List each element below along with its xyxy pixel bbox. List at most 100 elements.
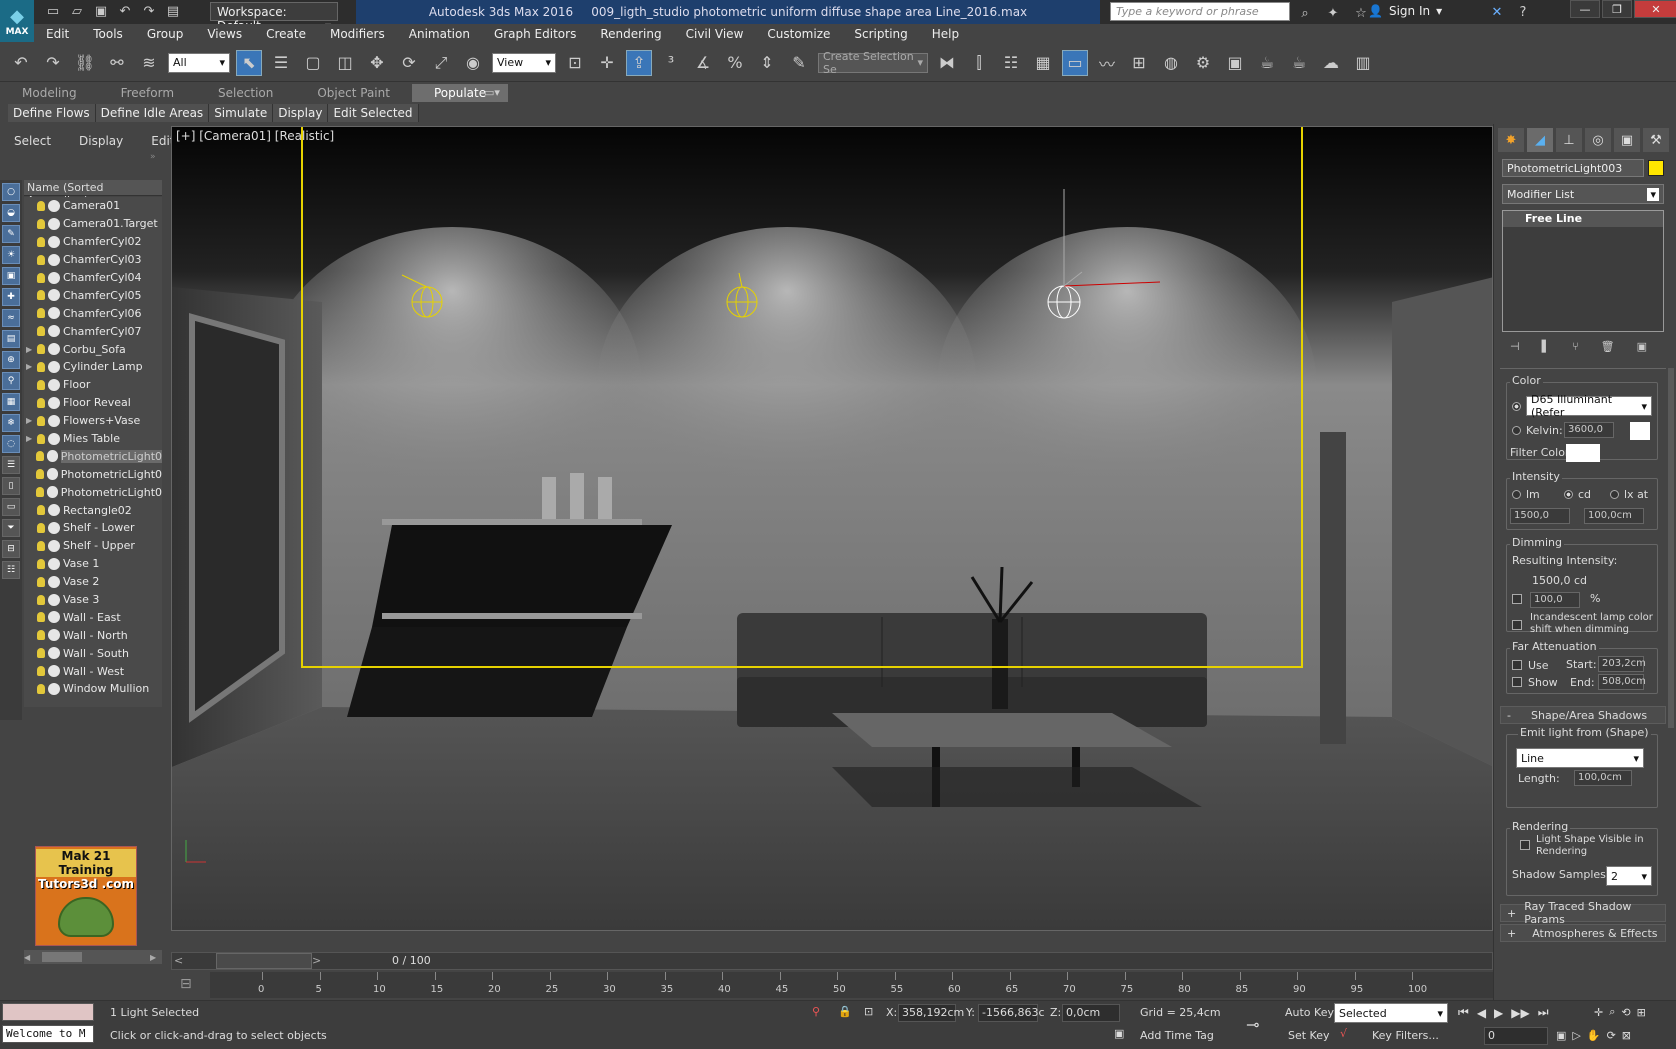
explorer-horizontal-scrollbar[interactable]: ◀ ▶ [24, 950, 162, 964]
visibility-bulb-icon[interactable] [37, 522, 45, 533]
expand-arrow-icon[interactable]: ▶ [26, 362, 34, 371]
list-item[interactable]: Shelf - Upper [24, 537, 162, 555]
visibility-bulb-icon[interactable] [37, 683, 45, 694]
scroll-right-icon[interactable]: ▶ [150, 953, 162, 962]
time-slider-thumb[interactable] [216, 953, 312, 969]
start-spinner[interactable]: 203,2cm [1598, 656, 1646, 672]
command-panel-scrollbar[interactable] [1668, 368, 1674, 728]
explorer-menu-select[interactable]: Select [0, 134, 65, 148]
save-icon[interactable]: ▣ [92, 2, 110, 20]
visibility-bulb-icon[interactable] [37, 505, 45, 516]
visibility-bulb-icon[interactable] [37, 540, 45, 551]
layer-manager-icon[interactable]: ☷ [998, 50, 1024, 76]
y-coordinate-field[interactable]: -1566,863c [978, 1004, 1045, 1022]
render-setup-icon[interactable]: ⚙ [1190, 50, 1216, 76]
menu-customize[interactable]: Customize [755, 24, 842, 44]
prev-frame-icon[interactable]: < [174, 954, 183, 967]
display-frozen-icon[interactable]: ❄ [2, 414, 20, 432]
ribbon-tab-freeform[interactable]: Freeform [99, 84, 196, 102]
bind-space-warp-icon[interactable]: ≋ [136, 50, 162, 76]
minimize-icon[interactable]: — [1570, 0, 1600, 18]
sign-in-button[interactable]: 👤 Sign In ▾ [1368, 4, 1442, 18]
visibility-bulb-icon[interactable] [37, 648, 45, 659]
auto-key-button[interactable]: Auto Key [1285, 1006, 1334, 1019]
go-to-start-icon[interactable]: ⏮ [1458, 1005, 1469, 1020]
filter-icon[interactable]: ⏷ [2, 519, 20, 537]
list-item[interactable]: ChamferCyl05 [24, 286, 162, 304]
list-item[interactable]: PhotometricLight0 [24, 465, 162, 483]
menu-rendering[interactable]: Rendering [588, 24, 673, 44]
color-preset-radio[interactable] [1512, 402, 1521, 411]
maximize-viewport-icon[interactable]: ⊞ [1637, 1006, 1646, 1019]
pin-stack-icon[interactable]: ⊣ [1510, 340, 1520, 353]
play-icon[interactable]: ▶ [1494, 1006, 1503, 1020]
selection-filter-dropdown[interactable]: All ▾ [168, 52, 230, 73]
subscription-icon[interactable]: ✦ [1324, 4, 1342, 22]
incandescent-checkbox[interactable] [1512, 620, 1522, 630]
ribbon-tab-selection[interactable]: Selection [196, 84, 295, 102]
visibility-bulb-icon[interactable] [37, 415, 45, 426]
render-iterative-icon[interactable]: ☕ [1286, 50, 1312, 76]
visibility-bulb-icon[interactable] [37, 326, 45, 337]
orbit-icon[interactable]: ⟲ [1621, 1006, 1630, 1019]
keyboard-shortcut-override-icon[interactable]: ⇪ [626, 49, 652, 76]
scene-explorer-icon[interactable]: ▦ [1030, 50, 1056, 76]
list-item[interactable]: ChamferCyl03 [24, 251, 162, 269]
visibility-bulb-icon[interactable] [36, 451, 44, 462]
viewport-label[interactable]: [+] [Camera01] [Realistic] [176, 129, 334, 143]
modifier-stack[interactable]: Free Line [1502, 210, 1664, 332]
mirror-icon[interactable]: ⧓ [934, 50, 960, 76]
list-item[interactable]: ▶ Flowers+Vase [24, 412, 162, 430]
visibility-bulb-icon[interactable] [37, 254, 45, 265]
a360-gallery-icon[interactable]: ▥ [1350, 50, 1376, 76]
display-shapes-icon[interactable]: ✎ [2, 225, 20, 243]
list-item[interactable]: Shelf - Lower [24, 519, 162, 537]
list-item[interactable]: Wall - South [24, 644, 162, 662]
display-hidden-icon[interactable]: ◌ [2, 435, 20, 453]
key-mode-dropdown[interactable]: Selected ▾ [1334, 1003, 1448, 1023]
select-object-icon[interactable]: ⬉ [236, 49, 262, 76]
visibility-bulb-icon[interactable] [36, 487, 44, 498]
snaps-toggle-icon[interactable]: ³ [658, 50, 684, 76]
pan-icon[interactable]: ✋ [1587, 1029, 1601, 1042]
scroll-thumb[interactable] [42, 952, 82, 962]
light-shape-visible-checkbox[interactable] [1520, 840, 1530, 850]
rendered-frame-window-icon[interactable]: ▣ [1222, 50, 1248, 76]
ribbon-button-display[interactable]: Display [273, 104, 329, 122]
named-selection-dropdown[interactable]: Create Selection Se ▾ [818, 50, 928, 76]
atmospheres-effects-rollout[interactable]: + Atmospheres & Effects [1500, 924, 1666, 942]
exchange-icon[interactable]: ✕ [1488, 3, 1506, 21]
visibility-bulb-icon[interactable] [37, 433, 45, 444]
app-logo[interactable]: ◆ MAX [0, 0, 34, 42]
selection-lock-icon[interactable]: 🔒 [838, 1005, 852, 1018]
object-name-field[interactable]: PhotometricLight003 [1502, 159, 1644, 177]
undo-icon[interactable]: ↶ [8, 50, 34, 76]
select-by-name-icon[interactable]: ☰ [268, 50, 294, 76]
project-folder-icon[interactable]: ▤ [164, 2, 182, 20]
manipulate-icon[interactable]: ✛ [594, 50, 620, 76]
menu-animation[interactable]: Animation [397, 24, 482, 44]
expand-arrow-icon[interactable]: ▶ [26, 434, 34, 443]
display-bones-icon[interactable]: ⚲ [2, 372, 20, 390]
color-preset-dropdown[interactable]: D65 Illuminant (Refer ▾ [1526, 393, 1652, 419]
ribbon-button-simulate[interactable]: Simulate [209, 104, 274, 122]
list-item[interactable]: ChamferCyl07 [24, 322, 162, 340]
create-tab-icon[interactable]: ✸ [1498, 128, 1524, 152]
visibility-bulb-icon[interactable] [37, 379, 45, 390]
render-in-cloud-icon[interactable]: ☁ [1318, 50, 1344, 76]
help-icon[interactable]: ? [1514, 3, 1532, 21]
intensity-value-spinner[interactable]: 1500,0 [1510, 508, 1570, 524]
percent-snap-icon[interactable]: % [722, 50, 748, 76]
menu-views[interactable]: Views [195, 24, 254, 44]
visibility-bulb-icon[interactable] [37, 594, 45, 605]
list-item[interactable]: Camera01.Target [24, 215, 162, 233]
visibility-bulb-icon[interactable] [37, 612, 45, 623]
ribbon-tab-object-paint[interactable]: Object Paint [295, 84, 412, 102]
intensity-distance-spinner[interactable]: 100,0cm [1584, 508, 1644, 524]
list-item[interactable]: Wall - West [24, 662, 162, 680]
visibility-bulb-icon[interactable] [37, 576, 45, 587]
menu-modifiers[interactable]: Modifiers [318, 24, 397, 44]
angle-snap-icon[interactable]: ∡ [690, 50, 716, 76]
dimming-checkbox[interactable] [1512, 594, 1522, 604]
list-item[interactable]: Floor Reveal [24, 394, 162, 412]
